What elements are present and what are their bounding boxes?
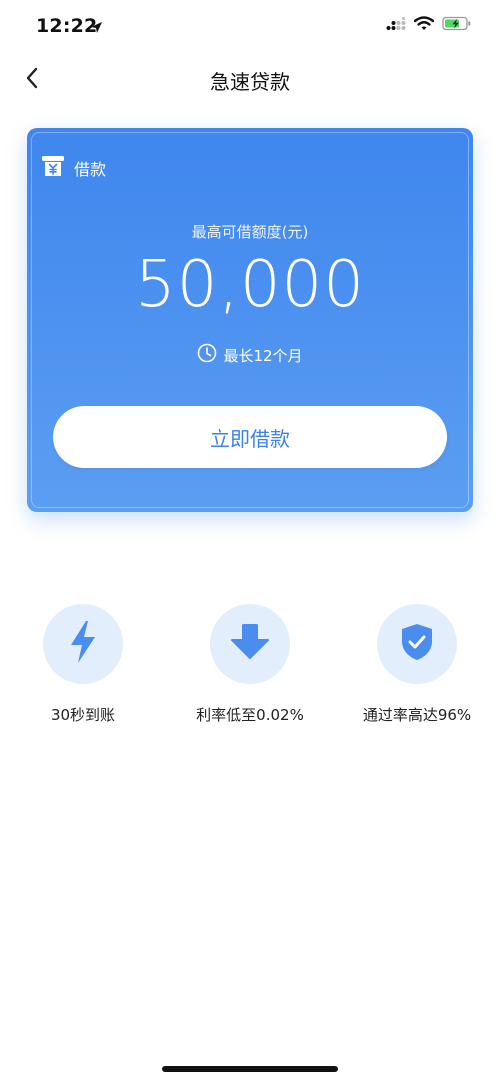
- feature-high-pass-rate: 通过率高达96%: [337, 600, 497, 725]
- status-bar: 12:22: [0, 0, 500, 56]
- page-title: 急速贷款: [210, 70, 290, 94]
- yuan-receipt-icon: [41, 155, 65, 181]
- term-text: 最长12个月: [223, 346, 303, 365]
- wifi-icon: [413, 16, 435, 35]
- features-row: 30秒到账 利率低至0.02% 通过率高达96%: [0, 600, 500, 740]
- limit-label: 最高可借额度(元): [191, 223, 309, 241]
- feature-label: 利率低至0.02%: [196, 706, 304, 724]
- term-row: 最长12个月: [27, 343, 473, 367]
- feature-icon-circle: [377, 604, 457, 684]
- cellular-signal-icon: [386, 16, 406, 35]
- clock-icon: [197, 343, 217, 367]
- feature-label: 30秒到账: [50, 706, 116, 724]
- limit-amount: 50,000: [135, 248, 365, 322]
- status-time: 12:22: [36, 15, 98, 37]
- shield-check-icon: [399, 622, 435, 666]
- card-header: 借款: [41, 155, 106, 181]
- feature-icon-circle: [43, 604, 123, 684]
- lightning-icon: [66, 619, 100, 669]
- status-indicators: [386, 16, 472, 35]
- feature-label: 通过率高达96%: [362, 706, 472, 724]
- loan-card: 借款 最高可借额度(元) 50,000 最长12个月 立即借款: [27, 128, 473, 512]
- feature-fast-arrival: 30秒到账: [3, 600, 163, 725]
- borrow-now-button[interactable]: 立即借款: [53, 406, 447, 468]
- feature-icon-circle: [210, 604, 290, 684]
- down-arrow-icon: [229, 622, 271, 666]
- card-header-label: 借款: [74, 160, 107, 179]
- battery-charging-icon: [442, 16, 472, 35]
- nav-bar: 急速贷款: [0, 56, 500, 104]
- feature-low-rate: 利率低至0.02%: [170, 600, 330, 725]
- location-arrow-icon: [90, 19, 103, 38]
- home-indicator[interactable]: [162, 1066, 338, 1072]
